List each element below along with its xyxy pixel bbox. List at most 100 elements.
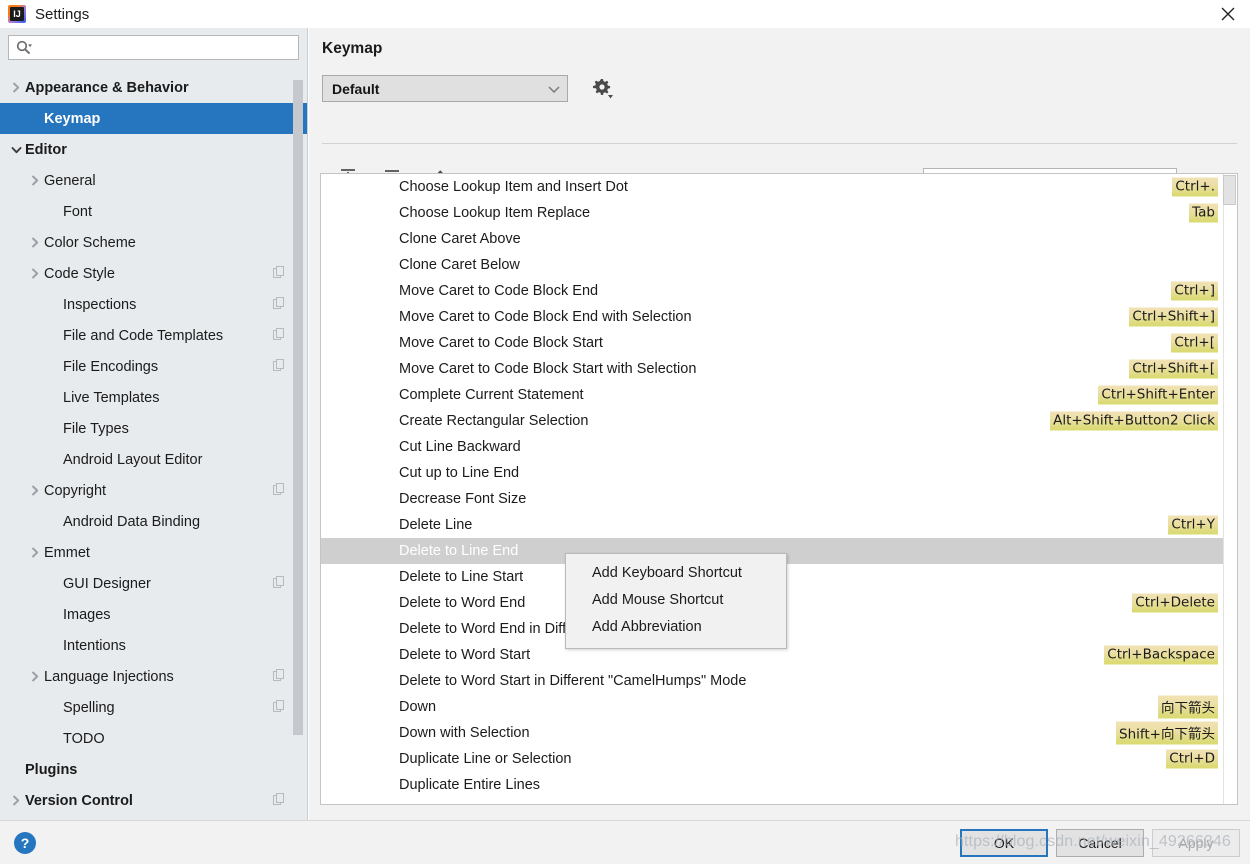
sidebar-item-label: Code Style [44,265,115,282]
copy-settings-icon [273,358,285,375]
sidebar-item-file-and-code-templates[interactable]: File and Code Templates [0,320,307,351]
sidebar-item-gui-designer[interactable]: GUI Designer [0,568,307,599]
keymap-action-row[interactable]: Complete Current Statement Ctrl+Shift+Ent… [321,382,1237,408]
keymap-action-row[interactable]: Clone Caret Above [321,226,1237,252]
sidebar-item-version-control[interactable]: Version Control [0,785,307,816]
sidebar-search-box[interactable] [8,35,299,60]
context-menu-item-add-mouse-shortcut[interactable]: Add Mouse Shortcut [566,587,786,614]
keymap-action-row[interactable]: Clone Caret Below [321,252,1237,278]
sidebar-item-todo[interactable]: TODO [0,723,307,754]
action-shortcut: Ctrl+Shift+Enter [1098,385,1218,405]
actions-scrollbar-thumb[interactable] [1223,175,1236,205]
sidebar-item-language-injections[interactable]: Language Injections [0,661,307,692]
action-shortcut: Ctrl+. [1172,177,1218,197]
actions-scrollbar[interactable] [1223,174,1237,804]
sidebar-scrollbar-thumb[interactable] [293,80,303,735]
dialog-footer: ? OK Cancel Apply [0,820,1250,864]
keymap-action-row[interactable]: Delete to Word Start in Different "Camel… [321,668,1237,694]
sidebar-item-live-templates[interactable]: Live Templates [0,382,307,413]
sidebar-item-intentions[interactable]: Intentions [0,630,307,661]
context-menu-item-add-abbreviation[interactable]: Add Abbreviation [566,614,786,641]
sidebar-item-label: File Encodings [63,358,159,375]
chevron-right-icon[interactable] [26,268,44,279]
sidebar-item-font[interactable]: Font [0,196,307,227]
sidebar-item-file-encodings[interactable]: File Encodings [0,351,307,382]
sidebar-item-emmet[interactable]: Emmet [0,537,307,568]
keymap-action-row[interactable]: Create Rectangular Selection Alt+Shift+Bu… [321,408,1237,434]
action-name: Delete to Word Start [399,647,531,663]
sidebar-item-label: Keymap [44,110,101,127]
keymap-action-row[interactable]: Down with Selection Shift+向下箭头 [321,720,1237,746]
action-shortcut: Ctrl+Y [1168,515,1218,535]
copy-settings-icon [273,792,285,809]
action-shortcut: Ctrl+D [1166,749,1218,769]
keymap-action-row[interactable]: Move Caret to Code Block End with Select… [321,304,1237,330]
action-name: Decrease Font Size [399,491,527,507]
close-icon[interactable] [1206,0,1250,28]
cancel-button[interactable]: Cancel [1056,829,1144,857]
keymap-action-row[interactable]: Decrease Font Size [321,486,1237,512]
chevron-right-icon[interactable] [26,237,44,248]
sidebar-item-android-data-binding[interactable]: Android Data Binding [0,506,307,537]
sidebar-item-editor[interactable]: Editor [0,134,307,165]
sidebar-item-label: General [44,172,96,189]
chevron-right-icon[interactable] [7,795,25,806]
sidebar-item-spelling[interactable]: Spelling [0,692,307,723]
keymap-action-row[interactable]: Move Caret to Code Block End Ctrl+] [321,278,1237,304]
sidebar-item-color-scheme[interactable]: Color Scheme [0,227,307,258]
sidebar-item-code-style[interactable]: Code Style [0,258,307,289]
chevron-right-icon[interactable] [26,175,44,186]
keymap-action-row[interactable]: Move Caret to Code Block Start with Sele… [321,356,1237,382]
copy-settings-icon [273,482,285,499]
sidebar-item-label: Version Control [25,792,133,809]
action-name: Create Rectangular Selection [399,413,589,429]
sidebar-item-label: Plugins [25,761,78,778]
keymap-action-row[interactable]: Cut up to Line End [321,460,1237,486]
action-name: Duplicate Entire Lines [399,777,541,793]
action-shortcut: Shift+向下箭头 [1116,721,1218,745]
sidebar-item-label: Appearance & Behavior [25,79,189,96]
sidebar-item-keymap[interactable]: Keymap [0,103,307,134]
ok-button[interactable]: OK [960,829,1048,857]
sidebar-item-label: Language Injections [44,668,174,685]
context-menu-item-add-keyboard-shortcut[interactable]: Add Keyboard Shortcut [566,560,786,587]
action-name: Cut up to Line End [399,465,520,481]
keymap-action-row[interactable]: Duplicate Line or Selection Ctrl+D [321,746,1237,772]
keymap-action-row[interactable]: Down 向下箭头 [321,694,1237,720]
sidebar-item-label: GUI Designer [63,575,151,592]
chevron-right-icon[interactable] [26,485,44,496]
gear-icon[interactable] [590,77,614,101]
chevron-right-icon[interactable] [7,82,25,93]
sidebar-search-input[interactable] [33,37,298,58]
sidebar-item-label: Spelling [63,699,115,716]
search-icon [16,40,33,55]
sidebar-item-copyright[interactable]: Copyright [0,475,307,506]
settings-dialog: IJ Settings Appearance & Behavior Keymap E [0,0,1250,864]
keymap-selector-row: Default [322,75,614,102]
sidebar-item-plugins[interactable]: Plugins [0,754,307,785]
chevron-right-icon[interactable] [26,671,44,682]
sidebar-item-label: Live Templates [63,389,160,406]
help-button[interactable]: ? [14,832,36,854]
sidebar-item-android-layout-editor[interactable]: Android Layout Editor [0,444,307,475]
action-shortcut: Alt+Shift+Button2 Click [1050,411,1218,431]
copy-settings-icon [273,699,285,716]
keymap-select[interactable]: Default [322,75,568,102]
sidebar-item-inspections[interactable]: Inspections [0,289,307,320]
keymap-action-row[interactable]: Move Caret to Code Block Start Ctrl+[ [321,330,1237,356]
keymap-action-row[interactable]: Choose Lookup Item and Insert Dot Ctrl+. [321,174,1237,200]
keymap-action-row[interactable]: Cut Line Backward [321,434,1237,460]
keymap-action-row[interactable]: Delete Line Ctrl+Y [321,512,1237,538]
action-name: Clone Caret Above [399,231,521,247]
chevron-right-icon[interactable] [26,547,44,558]
sidebar-item-file-types[interactable]: File Types [0,413,307,444]
action-shortcut: 向下箭头 [1158,695,1218,719]
sidebar-item-images[interactable]: Images [0,599,307,630]
keymap-action-row[interactable]: Choose Lookup Item Replace Tab [321,200,1237,226]
chevron-down-icon[interactable] [7,145,25,155]
sidebar-item-appearance-behavior[interactable]: Appearance & Behavior [0,72,307,103]
sidebar-item-general[interactable]: General [0,165,307,196]
keymap-action-row[interactable]: Duplicate Entire Lines [321,772,1237,798]
keymap-select-value: Default [332,80,380,97]
sidebar-item-label: Intentions [63,637,126,654]
